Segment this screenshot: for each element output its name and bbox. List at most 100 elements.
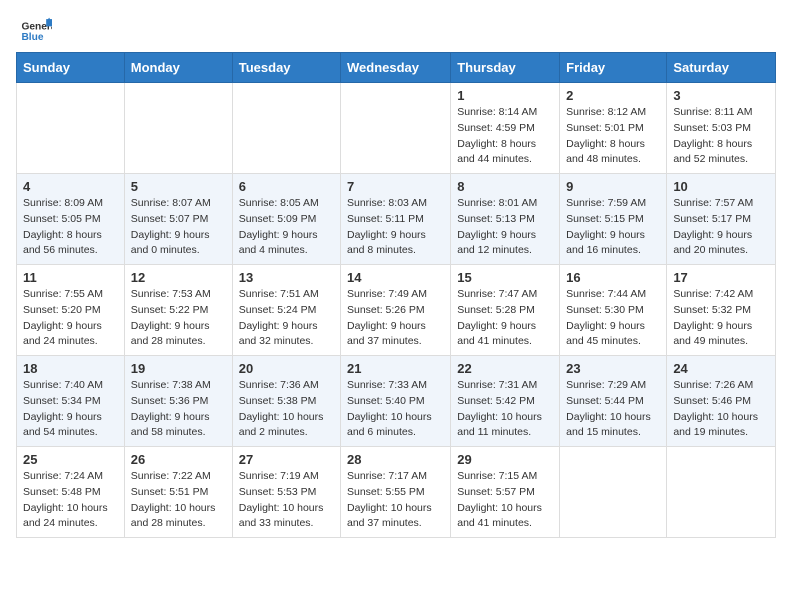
day-number: 15 bbox=[457, 270, 553, 285]
calendar-cell: 4 Sunrise: 8:09 AM Sunset: 5:05 PM Daylig… bbox=[17, 174, 125, 265]
day-number: 26 bbox=[131, 452, 226, 467]
calendar-week-row: 1 Sunrise: 8:14 AM Sunset: 4:59 PM Daylig… bbox=[17, 83, 776, 174]
day-number: 2 bbox=[566, 88, 660, 103]
day-info: Sunrise: 7:31 AM Sunset: 5:42 PM Dayligh… bbox=[457, 378, 553, 441]
calendar-cell: 8 Sunrise: 8:01 AM Sunset: 5:13 PM Daylig… bbox=[451, 174, 560, 265]
calendar-cell: 27 Sunrise: 7:19 AM Sunset: 5:53 PM Dayli… bbox=[232, 447, 340, 538]
calendar-cell: 9Sunrise: 7:59 AM Sunset: 5:15 PM Daylig… bbox=[560, 174, 667, 265]
logo-icon: General Blue bbox=[20, 16, 52, 44]
day-number: 22 bbox=[457, 361, 553, 376]
day-info: Sunrise: 8:14 AM Sunset: 4:59 PM Dayligh… bbox=[457, 105, 553, 168]
calendar-cell: 10 Sunrise: 7:57 AM Sunset: 5:17 PM Dayli… bbox=[667, 174, 776, 265]
calendar-cell: 22 Sunrise: 7:31 AM Sunset: 5:42 PM Dayli… bbox=[451, 356, 560, 447]
day-number: 3 bbox=[673, 88, 769, 103]
day-info: Sunrise: 8:07 AM Sunset: 5:07 PM Dayligh… bbox=[131, 196, 226, 259]
calendar-cell: 21 Sunrise: 7:33 AM Sunset: 5:40 PM Dayli… bbox=[341, 356, 451, 447]
day-number: 19 bbox=[131, 361, 226, 376]
day-number: 29 bbox=[457, 452, 553, 467]
day-info: Sunrise: 7:57 AM Sunset: 5:17 PM Dayligh… bbox=[673, 196, 769, 259]
calendar-week-row: 25 Sunrise: 7:24 AM Sunset: 5:48 PM Dayli… bbox=[17, 447, 776, 538]
svg-text:Blue: Blue bbox=[21, 32, 43, 43]
day-number: 12 bbox=[131, 270, 226, 285]
weekday-header-friday: Friday bbox=[560, 53, 667, 83]
day-info: Sunrise: 7:47 AM Sunset: 5:28 PM Dayligh… bbox=[457, 287, 553, 350]
day-info: Sunrise: 7:55 AM Sunset: 5:20 PM Dayligh… bbox=[23, 287, 118, 350]
day-info: Sunrise: 7:29 AM Sunset: 5:44 PM Dayligh… bbox=[566, 378, 660, 441]
calendar-cell: 13 Sunrise: 7:51 AM Sunset: 5:24 PM Dayli… bbox=[232, 265, 340, 356]
weekday-header-tuesday: Tuesday bbox=[232, 53, 340, 83]
calendar-cell bbox=[124, 83, 232, 174]
calendar-body: 1 Sunrise: 8:14 AM Sunset: 4:59 PM Daylig… bbox=[17, 83, 776, 538]
calendar-table: SundayMondayTuesdayWednesdayThursdayFrid… bbox=[16, 52, 776, 538]
calendar-cell: 19 Sunrise: 7:38 AM Sunset: 5:36 PM Dayli… bbox=[124, 356, 232, 447]
calendar-week-row: 4 Sunrise: 8:09 AM Sunset: 5:05 PM Daylig… bbox=[17, 174, 776, 265]
day-number: 21 bbox=[347, 361, 444, 376]
calendar-cell: 11 Sunrise: 7:55 AM Sunset: 5:20 PM Dayli… bbox=[17, 265, 125, 356]
day-number: 14 bbox=[347, 270, 444, 285]
day-number: 13 bbox=[239, 270, 334, 285]
day-info: Sunrise: 7:49 AM Sunset: 5:26 PM Dayligh… bbox=[347, 287, 444, 350]
logo: General Blue bbox=[20, 16, 56, 44]
calendar-cell: 20 Sunrise: 7:36 AM Sunset: 5:38 PM Dayli… bbox=[232, 356, 340, 447]
day-info: Sunrise: 8:09 AM Sunset: 5:05 PM Dayligh… bbox=[23, 196, 118, 259]
day-number: 23 bbox=[566, 361, 660, 376]
day-number: 17 bbox=[673, 270, 769, 285]
calendar-header: SundayMondayTuesdayWednesdayThursdayFrid… bbox=[17, 53, 776, 83]
calendar-cell: 23 Sunrise: 7:29 AM Sunset: 5:44 PM Dayli… bbox=[560, 356, 667, 447]
calendar-cell: 25 Sunrise: 7:24 AM Sunset: 5:48 PM Dayli… bbox=[17, 447, 125, 538]
calendar-cell bbox=[17, 83, 125, 174]
day-number: 4 bbox=[23, 179, 118, 194]
day-info: Sunrise: 7:51 AM Sunset: 5:24 PM Dayligh… bbox=[239, 287, 334, 350]
day-info: Sunrise: 7:40 AM Sunset: 5:34 PM Dayligh… bbox=[23, 378, 118, 441]
day-info: Sunrise: 7:38 AM Sunset: 5:36 PM Dayligh… bbox=[131, 378, 226, 441]
day-info: Sunrise: 8:03 AM Sunset: 5:11 PM Dayligh… bbox=[347, 196, 444, 259]
calendar-cell: 1 Sunrise: 8:14 AM Sunset: 4:59 PM Daylig… bbox=[451, 83, 560, 174]
calendar-cell: 29Sunrise: 7:15 AM Sunset: 5:57 PM Dayli… bbox=[451, 447, 560, 538]
day-number: 27 bbox=[239, 452, 334, 467]
day-info: Sunrise: 8:01 AM Sunset: 5:13 PM Dayligh… bbox=[457, 196, 553, 259]
day-number: 10 bbox=[673, 179, 769, 194]
weekday-header-row: SundayMondayTuesdayWednesdayThursdayFrid… bbox=[17, 53, 776, 83]
day-info: Sunrise: 7:24 AM Sunset: 5:48 PM Dayligh… bbox=[23, 469, 118, 532]
day-info: Sunrise: 7:19 AM Sunset: 5:53 PM Dayligh… bbox=[239, 469, 334, 532]
calendar-cell: 16 Sunrise: 7:44 AM Sunset: 5:30 PM Dayli… bbox=[560, 265, 667, 356]
day-number: 1 bbox=[457, 88, 553, 103]
calendar-cell: 26 Sunrise: 7:22 AM Sunset: 5:51 PM Dayli… bbox=[124, 447, 232, 538]
day-info: Sunrise: 7:44 AM Sunset: 5:30 PM Dayligh… bbox=[566, 287, 660, 350]
calendar-cell bbox=[667, 447, 776, 538]
day-number: 8 bbox=[457, 179, 553, 194]
calendar-cell: 17Sunrise: 7:42 AM Sunset: 5:32 PM Dayli… bbox=[667, 265, 776, 356]
weekday-header-saturday: Saturday bbox=[667, 53, 776, 83]
day-info: Sunrise: 8:12 AM Sunset: 5:01 PM Dayligh… bbox=[566, 105, 660, 168]
calendar-cell: 15 Sunrise: 7:47 AM Sunset: 5:28 PM Dayli… bbox=[451, 265, 560, 356]
calendar-cell: 6Sunrise: 8:05 AM Sunset: 5:09 PM Daylig… bbox=[232, 174, 340, 265]
page-header: General Blue bbox=[0, 0, 792, 52]
day-number: 9 bbox=[566, 179, 660, 194]
calendar-week-row: 18 Sunrise: 7:40 AM Sunset: 5:34 PM Dayli… bbox=[17, 356, 776, 447]
weekday-header-sunday: Sunday bbox=[17, 53, 125, 83]
calendar-cell: 18 Sunrise: 7:40 AM Sunset: 5:34 PM Dayli… bbox=[17, 356, 125, 447]
day-info: Sunrise: 7:36 AM Sunset: 5:38 PM Dayligh… bbox=[239, 378, 334, 441]
calendar-cell bbox=[232, 83, 340, 174]
calendar-cell: 2 Sunrise: 8:12 AM Sunset: 5:01 PM Daylig… bbox=[560, 83, 667, 174]
calendar-cell: 14 Sunrise: 7:49 AM Sunset: 5:26 PM Dayli… bbox=[341, 265, 451, 356]
calendar-wrapper: SundayMondayTuesdayWednesdayThursdayFrid… bbox=[0, 52, 792, 546]
day-number: 11 bbox=[23, 270, 118, 285]
calendar-cell: 3 Sunrise: 8:11 AM Sunset: 5:03 PM Daylig… bbox=[667, 83, 776, 174]
day-number: 16 bbox=[566, 270, 660, 285]
calendar-cell: 7Sunrise: 8:03 AM Sunset: 5:11 PM Daylig… bbox=[341, 174, 451, 265]
calendar-cell: 12Sunrise: 7:53 AM Sunset: 5:22 PM Dayli… bbox=[124, 265, 232, 356]
day-number: 28 bbox=[347, 452, 444, 467]
weekday-header-monday: Monday bbox=[124, 53, 232, 83]
day-info: Sunrise: 8:11 AM Sunset: 5:03 PM Dayligh… bbox=[673, 105, 769, 168]
calendar-cell bbox=[560, 447, 667, 538]
day-number: 18 bbox=[23, 361, 118, 376]
weekday-header-wednesday: Wednesday bbox=[341, 53, 451, 83]
day-number: 25 bbox=[23, 452, 118, 467]
day-info: Sunrise: 7:22 AM Sunset: 5:51 PM Dayligh… bbox=[131, 469, 226, 532]
calendar-cell: 28Sunrise: 7:17 AM Sunset: 5:55 PM Dayli… bbox=[341, 447, 451, 538]
day-number: 20 bbox=[239, 361, 334, 376]
calendar-cell bbox=[341, 83, 451, 174]
day-number: 24 bbox=[673, 361, 769, 376]
day-info: Sunrise: 7:33 AM Sunset: 5:40 PM Dayligh… bbox=[347, 378, 444, 441]
